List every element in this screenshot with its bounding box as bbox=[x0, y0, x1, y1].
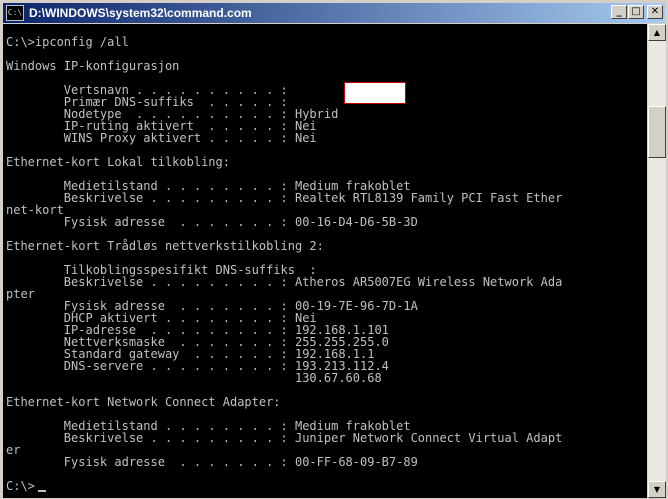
console-window: C:\ D:\WINDOWS\system32\command.com _ □ … bbox=[0, 0, 668, 499]
vertical-scrollbar[interactable]: ▲ ▼ bbox=[648, 24, 666, 498]
maximize-button[interactable]: □ bbox=[628, 5, 644, 19]
window-title: D:\WINDOWS\system32\command.com bbox=[29, 6, 252, 20]
window-controls: _ □ ✕ bbox=[610, 5, 663, 19]
scroll-up-icon[interactable]: ▲ bbox=[648, 24, 666, 41]
console-output[interactable]: C:\>ipconfig /all Windows IP-konfigurasj… bbox=[3, 24, 647, 498]
scroll-thumb[interactable] bbox=[648, 106, 666, 158]
scroll-down-icon[interactable]: ▼ bbox=[648, 481, 666, 498]
hostname-redaction-box bbox=[344, 82, 406, 104]
text-cursor bbox=[38, 490, 46, 492]
close-button[interactable]: ✕ bbox=[647, 5, 663, 19]
minimize-button[interactable]: _ bbox=[611, 5, 627, 19]
console-text: C:\>ipconfig /all Windows IP-konfigurasj… bbox=[6, 35, 563, 493]
title-bar[interactable]: C:\ D:\WINDOWS\system32\command.com _ □ … bbox=[3, 3, 665, 23]
command-prompt-icon[interactable]: C:\ bbox=[6, 5, 24, 21]
